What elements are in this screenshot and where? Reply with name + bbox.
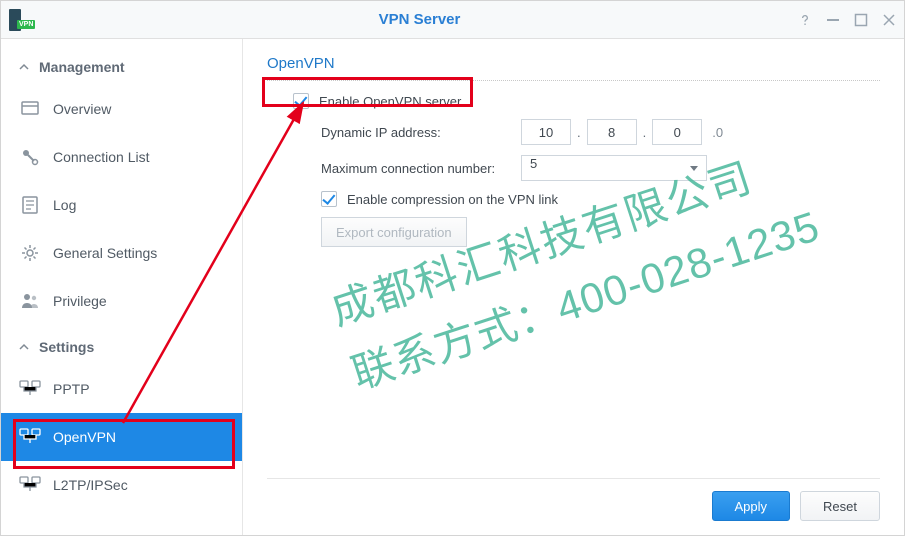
chevron-up-icon	[19, 62, 29, 72]
overview-icon	[19, 98, 41, 120]
sidebar-item-label: L2TP/IPSec	[53, 477, 128, 493]
ip-octet-2[interactable]	[587, 119, 637, 145]
max-conn-label: Maximum connection number:	[321, 161, 521, 176]
export-button[interactable]: Export configuration	[321, 217, 467, 247]
ip-separator: .	[643, 125, 647, 140]
sidebar-item-privilege[interactable]: Privilege	[1, 277, 242, 325]
compression-checkbox[interactable]	[321, 191, 337, 207]
sidebar-item-label: OpenVPN	[53, 429, 116, 445]
sidebar-item-openvpn[interactable]: OpenVPN	[1, 413, 242, 461]
help-icon[interactable]	[798, 13, 812, 27]
network-icon	[19, 474, 41, 496]
sidebar-item-label: Connection List	[53, 149, 150, 165]
sidebar-item-log[interactable]: Log	[1, 181, 242, 229]
minimize-icon[interactable]	[826, 13, 840, 27]
connection-icon	[19, 146, 41, 168]
gear-icon	[19, 242, 41, 264]
main-panel: OpenVPN Enable OpenVPN server Dynamic IP…	[243, 39, 904, 535]
titlebar: VPN VPN Server	[1, 1, 904, 39]
max-conn-row: Maximum connection number: 5	[267, 155, 880, 181]
ip-octet-3[interactable]	[652, 119, 702, 145]
apply-button[interactable]: Apply	[712, 491, 791, 521]
compression-row: Enable compression on the VPN link	[267, 191, 880, 207]
close-icon[interactable]	[882, 13, 896, 27]
sidebar-item-label: Privilege	[53, 293, 107, 309]
section-settings[interactable]: Settings	[1, 325, 242, 365]
dynamic-ip-row: Dynamic IP address: . . .0	[267, 119, 880, 145]
maximize-icon[interactable]	[854, 13, 868, 27]
panel-title: OpenVPN	[267, 55, 880, 81]
log-icon	[19, 194, 41, 216]
network-icon	[19, 426, 41, 448]
section-label: Settings	[39, 339, 94, 355]
network-icon	[19, 378, 41, 400]
sidebar-item-l2tp[interactable]: L2TP/IPSec	[1, 461, 242, 509]
export-row: Export configuration	[267, 217, 880, 247]
select-value: 5	[530, 156, 537, 171]
section-label: Management	[39, 59, 125, 75]
sidebar-item-connection-list[interactable]: Connection List	[1, 133, 242, 181]
chevron-down-icon	[690, 166, 698, 171]
section-management[interactable]: Management	[1, 45, 242, 85]
sidebar-item-label: Overview	[53, 101, 111, 117]
sidebar: Management Overview Connection List Log …	[1, 39, 243, 535]
reset-button[interactable]: Reset	[800, 491, 880, 521]
sidebar-item-overview[interactable]: Overview	[1, 85, 242, 133]
ip-octet-1[interactable]	[521, 119, 571, 145]
enable-label: Enable OpenVPN server	[319, 94, 461, 109]
window-title: VPN Server	[41, 11, 798, 28]
ip-separator: .	[577, 125, 581, 140]
sidebar-item-label: PPTP	[53, 381, 90, 397]
chevron-up-icon	[19, 342, 29, 352]
footer: Apply Reset	[267, 478, 880, 535]
enable-checkbox[interactable]	[293, 93, 309, 109]
sidebar-item-label: Log	[53, 197, 76, 213]
sidebar-item-general-settings[interactable]: General Settings	[1, 229, 242, 277]
sidebar-item-pptp[interactable]: PPTP	[1, 365, 242, 413]
dynamic-ip-label: Dynamic IP address:	[321, 125, 521, 140]
app-icon: VPN	[9, 8, 33, 32]
ip-fixed-suffix: .0	[708, 125, 723, 140]
compression-label: Enable compression on the VPN link	[347, 192, 558, 207]
sidebar-item-label: General Settings	[53, 245, 157, 261]
privilege-icon	[19, 290, 41, 312]
max-conn-select[interactable]: 5	[521, 155, 707, 181]
enable-row: Enable OpenVPN server	[267, 93, 880, 109]
